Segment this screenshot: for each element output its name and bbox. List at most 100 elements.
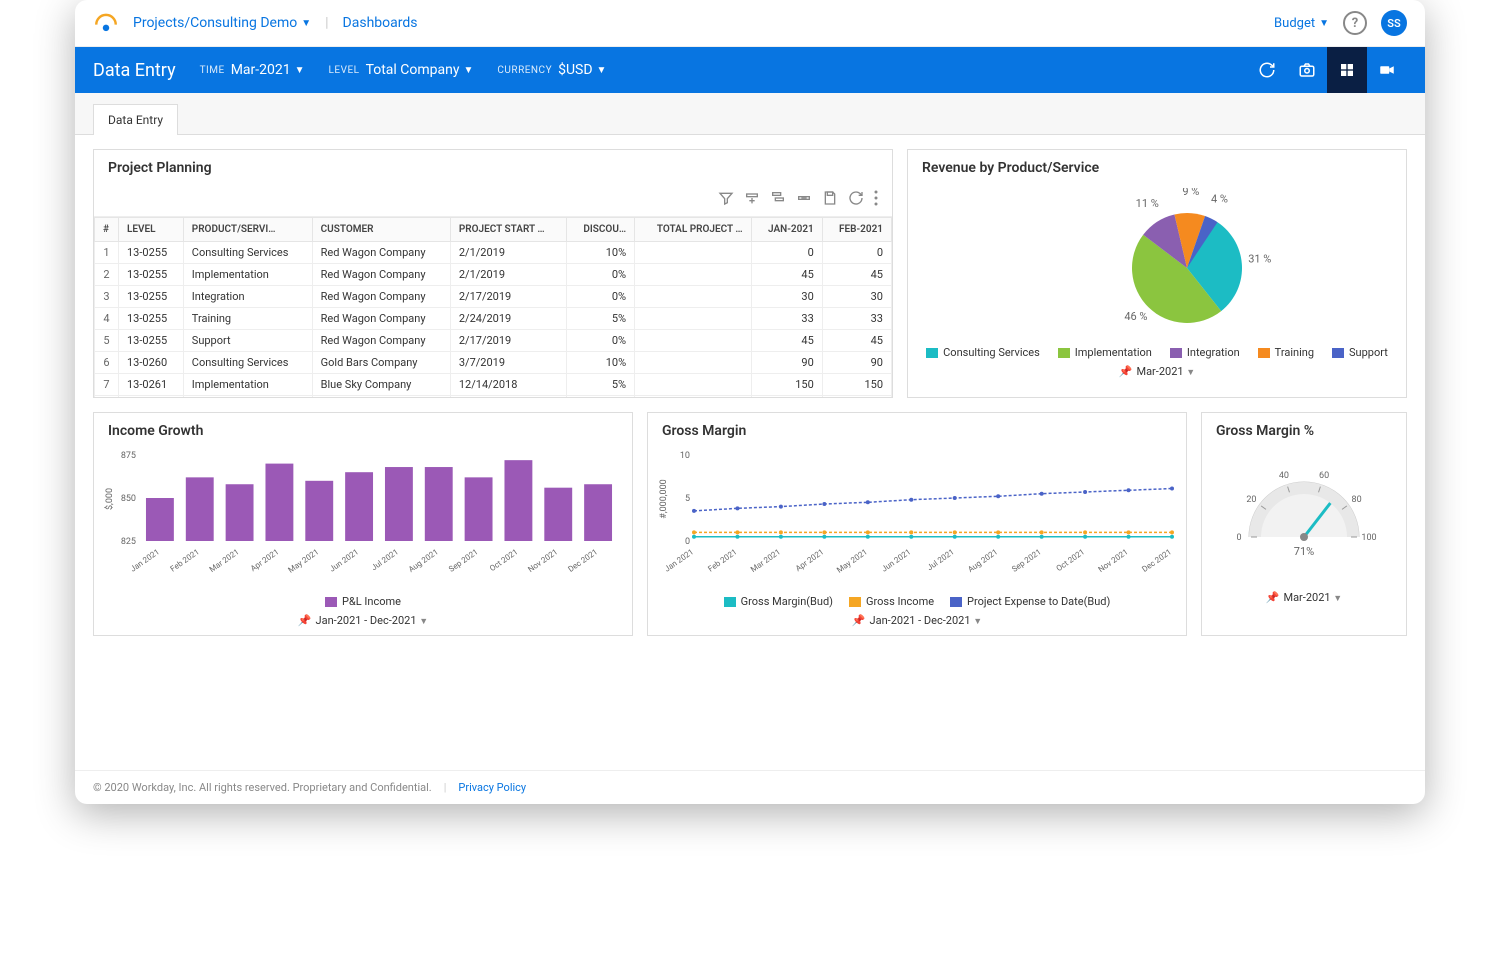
insert-row-icon[interactable] (744, 190, 760, 210)
filter-icon[interactable] (718, 190, 734, 210)
svg-text:46 %: 46 % (1124, 310, 1147, 323)
refresh-icon[interactable] (848, 190, 864, 210)
grid-view-icon[interactable] (1327, 47, 1367, 93)
chart-range[interactable]: Jan-2021 - Dec-2021 (316, 614, 417, 627)
svg-text:0: 0 (1236, 533, 1241, 543)
svg-text:875: 875 (121, 451, 136, 461)
svg-text:Aug 2021: Aug 2021 (407, 547, 440, 574)
save-icon[interactable] (822, 190, 838, 210)
camera-icon[interactable] (1287, 47, 1327, 93)
chart-range[interactable]: Mar-2021 (1283, 591, 1330, 604)
svg-text:Nov 2021: Nov 2021 (1097, 547, 1130, 574)
panel-title: Project Planning (94, 150, 892, 184)
panel-title: Gross Margin (648, 413, 1186, 449)
svg-text:71%: 71% (1294, 545, 1314, 558)
svg-text:4 %: 4 % (1211, 193, 1228, 206)
income-growth-panel: Income Growth 825 850 875 $,000 Jan 2021 Feb … (93, 412, 633, 636)
svg-text:Feb 2021: Feb 2021 (169, 547, 201, 573)
panel-title: Income Growth (94, 413, 632, 449)
svg-text:Jun 2021: Jun 2021 (880, 547, 912, 573)
panel-title: Gross Margin % (1202, 413, 1406, 449)
chart-range[interactable]: Jan-2021 - Dec-2021 (870, 614, 971, 627)
svg-text:20: 20 (1246, 495, 1256, 505)
svg-text:Jan 2021: Jan 2021 (129, 547, 161, 573)
legend-item: Gross Margin(Bud) (724, 595, 833, 608)
svg-text:Mar 2021: Mar 2021 (749, 547, 782, 574)
svg-text:Sep 2021: Sep 2021 (447, 547, 480, 574)
svg-text:Jul 2021: Jul 2021 (370, 547, 400, 572)
table-row[interactable]: 413-0255TrainingRed Wagon Company2/24/20… (95, 308, 892, 330)
legend-item: Gross Income (849, 595, 934, 608)
caret-down-icon: ▼ (1319, 18, 1329, 29)
svg-text:100: 100 (1361, 533, 1376, 543)
table-row[interactable]: 513-0255SupportRed Wagon Company2/17/201… (95, 330, 892, 352)
svg-text:Oct 2021: Oct 2021 (1055, 547, 1087, 573)
currency-selector[interactable]: CURRENCY$USD▼ (497, 62, 606, 78)
svg-text:Sep 2021: Sep 2021 (1010, 547, 1043, 574)
svg-text:May 2021: May 2021 (835, 547, 869, 574)
pin-icon[interactable]: 📌 (1266, 591, 1280, 604)
video-icon[interactable] (1367, 47, 1407, 93)
svg-text:31 %: 31 % (1248, 253, 1271, 266)
svg-text:May 2021: May 2021 (287, 547, 321, 574)
delete-row-icon[interactable] (796, 190, 812, 210)
level-selector[interactable]: LEVELTotal Company▼ (329, 62, 474, 78)
refresh-icon[interactable] (1247, 47, 1287, 93)
svg-text:Oct 2021: Oct 2021 (488, 547, 520, 573)
svg-text:9 %: 9 % (1182, 188, 1199, 198)
svg-text:Aug 2021: Aug 2021 (966, 547, 999, 574)
table-row[interactable]: 813-0261IntegrationBlue Sky Company1/4/2… (95, 396, 892, 398)
legend-item: Consulting Services (926, 346, 1040, 359)
gross-margin-panel: Gross Margin 0510#,000,000Jan 2021Feb 20… (647, 412, 1187, 636)
privacy-link[interactable]: Privacy Policy (458, 781, 526, 794)
caret-down-icon: ▼ (301, 18, 311, 29)
svg-text:Apr 2021: Apr 2021 (794, 547, 826, 573)
revenue-pie-chart: 31 % 46 % 11 % 9 % 4 % (1027, 188, 1287, 338)
legend-item: Project Expense to Date(Bud) (950, 595, 1110, 608)
legend-item: Support (1332, 346, 1388, 359)
svg-text:Jun 2021: Jun 2021 (328, 547, 360, 573)
breadcrumb-separator: | (325, 15, 328, 31)
pin-icon[interactable]: 📌 (852, 614, 866, 627)
help-icon[interactable]: ? (1343, 11, 1367, 35)
svg-text:825: 825 (121, 537, 136, 547)
svg-text:Feb 2021: Feb 2021 (706, 547, 738, 573)
time-selector[interactable]: TIMEMar-2021▼ (200, 62, 305, 78)
avatar[interactable]: SS (1381, 10, 1407, 36)
page-title: Data Entry (93, 60, 176, 81)
table-row[interactable]: 613-0260Consulting ServicesGold Bars Com… (95, 352, 892, 374)
legend-item: Implementation (1058, 346, 1152, 359)
svg-text:Dec 2021: Dec 2021 (1140, 547, 1173, 574)
svg-text:Nov 2021: Nov 2021 (526, 547, 559, 574)
legend-item: Training (1258, 346, 1314, 359)
copyright: © 2020 Workday, Inc. All rights reserved… (93, 781, 432, 794)
table-row[interactable]: 213-0255ImplementationRed Wagon Company2… (95, 264, 892, 286)
legend-label: P&L Income (342, 595, 401, 608)
svg-text:10: 10 (680, 451, 690, 461)
table-row[interactable]: 713-0261ImplementationBlue Sky Company12… (95, 374, 892, 396)
gross-margin-pct-panel: Gross Margin % 02040608010071% 📌Mar-2021… (1201, 412, 1407, 636)
copy-row-icon[interactable] (770, 190, 786, 210)
workday-logo (93, 10, 119, 36)
breadcrumb-dashboards[interactable]: Dashboards (343, 15, 418, 31)
svg-text:40: 40 (1279, 471, 1289, 481)
pin-icon[interactable]: 📌 (298, 614, 312, 627)
tab-data-entry[interactable]: Data Entry (93, 104, 178, 135)
project-planning-table[interactable]: #LEVELPRODUCT/SERVI…CUSTOMERPROJECT STAR… (94, 217, 892, 397)
legend-item: Integration (1170, 346, 1240, 359)
pin-icon[interactable]: 📌 (1119, 365, 1133, 378)
svg-text:$,000: $,000 (104, 488, 115, 510)
svg-text:60: 60 (1319, 471, 1329, 481)
svg-text:850: 850 (121, 494, 136, 504)
project-planning-panel: Project Planning #LEVELPRODUCT/SERVI…CUS… (93, 149, 893, 398)
panel-title: Revenue by Product/Service (908, 150, 1406, 184)
more-icon[interactable] (874, 190, 878, 210)
table-row[interactable]: 313-0255IntegrationRed Wagon Company2/17… (95, 286, 892, 308)
breadcrumb-project[interactable]: Projects/Consulting Demo ▼ (133, 15, 311, 31)
svg-text:5: 5 (685, 494, 690, 504)
svg-text:11 %: 11 % (1136, 197, 1159, 210)
svg-text:#,000,000: #,000,000 (659, 479, 669, 518)
table-row[interactable]: 113-0255Consulting ServicesRed Wagon Com… (95, 242, 892, 264)
budget-selector[interactable]: Budget ▼ (1274, 16, 1329, 31)
chart-range[interactable]: Mar-2021 (1136, 365, 1183, 378)
